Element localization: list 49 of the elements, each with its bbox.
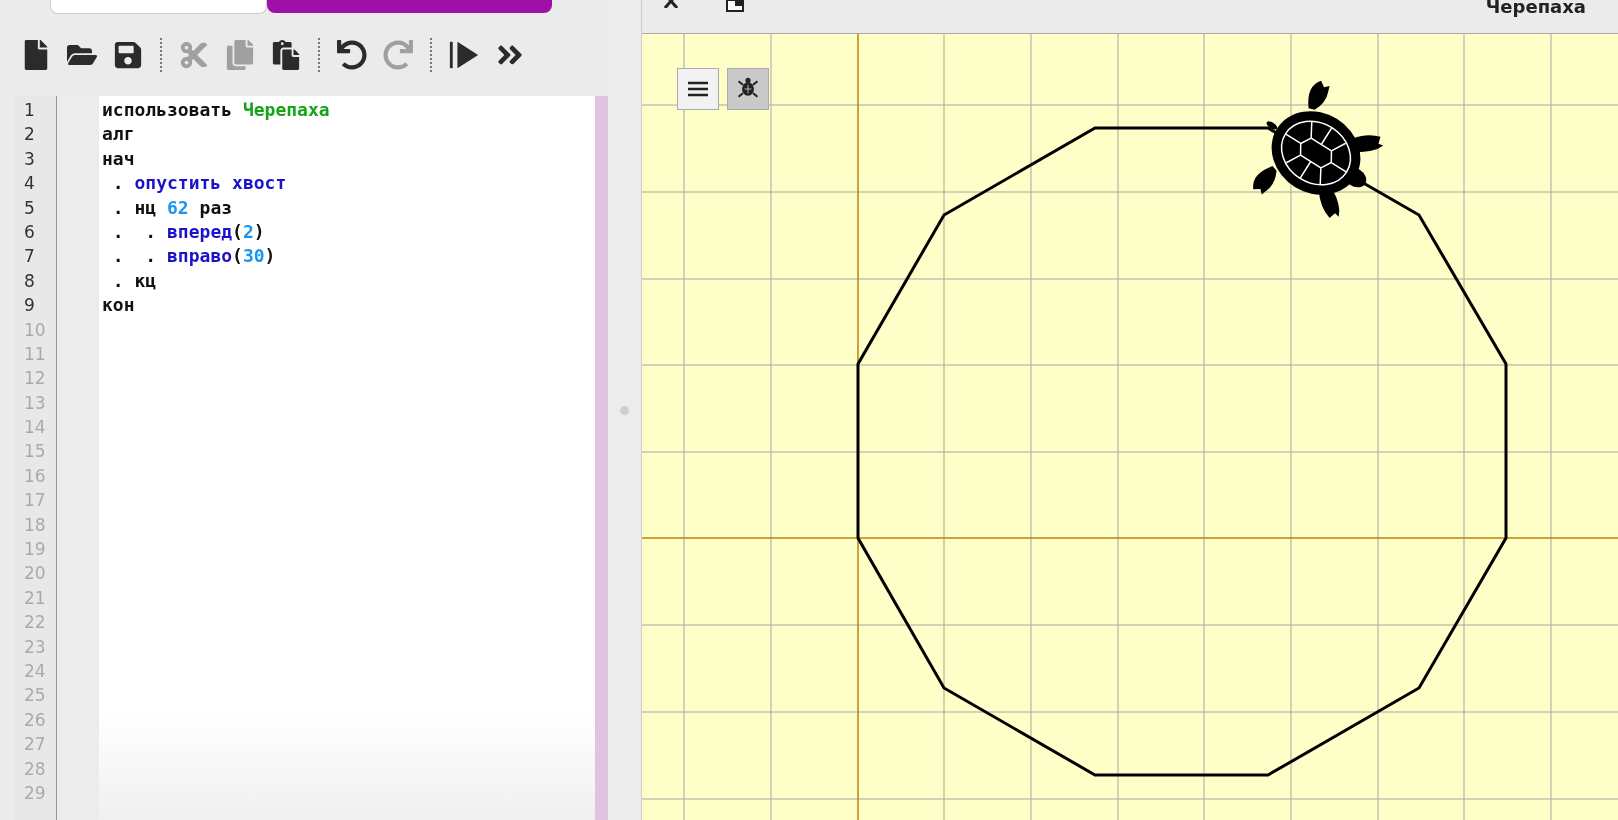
- line-number: 4: [23, 172, 36, 196]
- line-number: 3: [23, 147, 36, 171]
- line-number: 22: [23, 611, 47, 635]
- line-number: 8: [23, 269, 36, 293]
- scrollbar-track[interactable]: [595, 96, 609, 820]
- line-number: 1: [23, 99, 36, 122]
- line-number: 6: [23, 220, 36, 244]
- line-number: 14: [23, 416, 47, 440]
- line-number: 29: [23, 781, 47, 805]
- code-line: алг: [101, 122, 136, 147]
- splitter-handle[interactable]: [620, 405, 629, 415]
- line-number: 7: [23, 245, 36, 269]
- close-icon[interactable]: [664, 0, 678, 8]
- line-number: 2: [23, 123, 36, 147]
- line-number: 23: [23, 635, 47, 659]
- paste-button[interactable]: [270, 38, 302, 72]
- menu-button[interactable]: [677, 68, 719, 110]
- line-number: 27: [23, 733, 47, 757]
- code-line: использовать Черепаха: [101, 98, 331, 122]
- line-number: 26: [23, 708, 47, 732]
- line-number: 21: [23, 586, 47, 610]
- window-title: Черепаха: [1485, 0, 1586, 16]
- turtle-toggle-button[interactable]: [727, 68, 769, 110]
- line-number: 5: [23, 196, 36, 220]
- line-number: 11: [23, 342, 47, 366]
- line-number: 18: [23, 513, 47, 537]
- window-icon[interactable]: [726, 0, 744, 12]
- code-line: нач: [101, 146, 136, 171]
- line-number: 9: [23, 294, 36, 318]
- line-number: 17: [23, 489, 47, 513]
- code-line: . нц 62 раз: [111, 195, 234, 220]
- line-number: 24: [23, 660, 47, 683]
- line-number: 19: [23, 538, 47, 562]
- line-number: 25: [23, 684, 47, 708]
- code-line: . опустить хвост: [111, 171, 288, 196]
- line-number: 15: [23, 440, 47, 464]
- line-number: 28: [23, 757, 47, 781]
- line-number: 13: [23, 391, 47, 415]
- line-number: 16: [23, 464, 47, 488]
- code-line: . кц: [111, 268, 158, 293]
- line-number: 10: [23, 318, 47, 342]
- code-line: . . вперед(2): [111, 219, 266, 244]
- turtle-icon: [1253, 80, 1384, 219]
- line-number: 20: [23, 562, 47, 586]
- code-line: кон: [101, 293, 136, 318]
- line-number: 12: [23, 367, 47, 391]
- code-line: . . вправо(30): [111, 244, 277, 269]
- undo-button[interactable]: [336, 38, 368, 72]
- menu-icon: [687, 81, 709, 97]
